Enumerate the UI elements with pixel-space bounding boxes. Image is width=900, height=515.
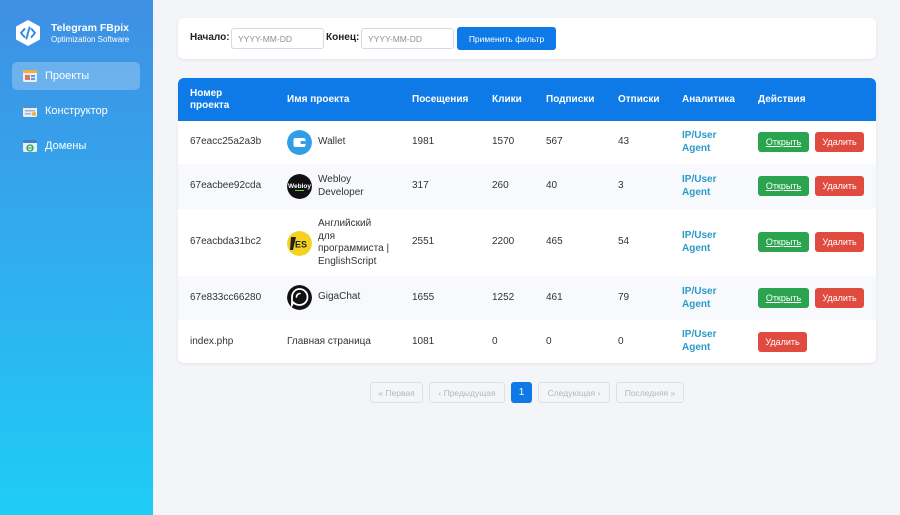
table-row: 67e833cc66280 GigaChat 1655 1252 461 79 … (178, 276, 876, 320)
analytics-link[interactable]: IP/User Agent (682, 329, 738, 354)
column-header-clicks: Клики (492, 94, 522, 105)
unsubscriptions-value: 3 (618, 180, 624, 191)
table-row: 67eacbee92cda Webloy Webloy Developer 31… (178, 164, 876, 209)
gigachat-icon (287, 285, 312, 310)
delete-button[interactable]: Удалить (815, 232, 864, 252)
open-button[interactable]: Открыть (758, 288, 809, 308)
svg-text:Webloy: Webloy (288, 183, 311, 190)
visits-value: 2551 (412, 236, 435, 247)
column-header-name: Имя проекта (287, 94, 350, 105)
domains-icon (23, 140, 37, 152)
unsubscriptions-value: 79 (618, 292, 630, 303)
project-name: Wallet (287, 130, 345, 155)
open-button[interactable]: Открыть (758, 232, 809, 252)
brand[interactable]: Telegram FBpix Optimization Software (14, 19, 129, 47)
column-header-actions: Действия (758, 94, 806, 105)
visits-value: 317 (412, 180, 429, 191)
clicks-value: 260 (492, 180, 509, 191)
subscriptions-value: 461 (546, 292, 563, 303)
projects-icon (23, 70, 37, 82)
apply-filter-button[interactable]: Применить фильтр (457, 27, 556, 50)
subscriptions-value: 40 (546, 180, 558, 191)
project-name-text: Webloy Developer (318, 174, 364, 198)
clicks-value: 1570 (492, 136, 515, 147)
sidebar-item-constructor[interactable]: Конструктор (12, 97, 140, 125)
visits-value: 1081 (412, 336, 435, 347)
sidebar-item-label: Конструктор (45, 105, 108, 117)
start-date-label: Начало: (190, 32, 230, 43)
constructor-icon (23, 105, 37, 117)
project-name-text: Wallet (318, 136, 346, 148)
unsubscriptions-value: 0 (618, 336, 624, 347)
project-name: GigaChat (287, 285, 360, 310)
sidebar-item-domains[interactable]: Домены (12, 132, 140, 160)
project-id: index.php (190, 336, 234, 347)
start-date-input[interactable] (231, 28, 324, 49)
code-logo-icon (16, 20, 40, 46)
next-page-button[interactable]: Следующая › (538, 382, 610, 403)
project-id: 67eacbee92cda (190, 180, 262, 191)
open-button[interactable]: Открыть (758, 176, 809, 196)
table-row: 67eacbda31bc2 ES Английский для программ… (178, 209, 876, 276)
project-name-text: GigaChat (318, 291, 361, 303)
project-name: Главная страница (287, 336, 371, 347)
column-header-id: Номер проекта (190, 88, 230, 111)
unsubscriptions-value: 54 (618, 236, 630, 247)
sidebar-item-label: Домены (45, 140, 87, 152)
table-row: 67eacc25a2a3b Wallet 1981 1570 567 43 IP… (178, 121, 876, 164)
project-name: Webloy Webloy Developer (287, 174, 378, 199)
column-header-unsubscriptions: Отписки (618, 94, 660, 105)
subscriptions-value: 567 (546, 136, 563, 147)
webloy-icon: Webloy (287, 174, 312, 199)
previous-page-button[interactable]: ‹ Предыдущая (429, 382, 505, 403)
current-page-button[interactable]: 1 (511, 382, 532, 403)
end-date-input[interactable] (361, 28, 454, 49)
table-header: Номер проекта Имя проекта Посещения Клик… (178, 78, 876, 121)
delete-button[interactable]: Удалить (758, 332, 807, 352)
sidebar: Telegram FBpix Optimization Software Про… (0, 0, 153, 515)
delete-button[interactable]: Удалить (815, 288, 864, 308)
svg-text:ES: ES (295, 239, 307, 249)
englishscript-icon: ES (287, 230, 312, 256)
project-name: ES Английский для программиста | English… (287, 218, 390, 268)
first-page-button[interactable]: « Первая (370, 382, 423, 403)
table-row: index.php Главная страница 1081 0 0 0 IP… (178, 320, 876, 363)
unsubscriptions-value: 43 (618, 136, 630, 147)
project-id: 67e833cc66280 (190, 292, 262, 303)
analytics-link[interactable]: IP/User Agent (682, 286, 738, 311)
delete-button[interactable]: Удалить (815, 132, 864, 152)
analytics-link[interactable]: IP/User Agent (682, 230, 738, 255)
wallet-icon (287, 130, 312, 155)
clicks-value: 2200 (492, 236, 515, 247)
end-date-label: Конец: (326, 32, 360, 43)
sidebar-item-projects[interactable]: Проекты (12, 62, 140, 90)
column-header-analytics: Аналитика (682, 94, 735, 105)
project-id: 67eacbda31bc2 (190, 236, 262, 247)
column-header-visits: Посещения (412, 94, 469, 105)
project-id: 67eacc25a2a3b (190, 136, 262, 147)
clicks-value: 0 (492, 336, 498, 347)
column-header-subscriptions: Подписки (546, 94, 595, 105)
project-name-text: Английский для программиста | EnglishScr… (318, 218, 390, 267)
projects-table: Номер проекта Имя проекта Посещения Клик… (178, 78, 876, 363)
subscriptions-value: 465 (546, 236, 563, 247)
visits-value: 1981 (412, 136, 435, 147)
delete-button[interactable]: Удалить (815, 176, 864, 196)
app-title: Telegram FBpix (51, 21, 129, 34)
sidebar-item-label: Проекты (45, 70, 90, 82)
visits-value: 1655 (412, 292, 435, 303)
clicks-value: 1252 (492, 292, 515, 303)
analytics-link[interactable]: IP/User Agent (682, 130, 738, 155)
open-button[interactable]: Открыть (758, 132, 809, 152)
subscriptions-value: 0 (546, 336, 552, 347)
last-page-button[interactable]: Последняя » (616, 382, 684, 403)
analytics-link[interactable]: IP/User Agent (682, 174, 738, 199)
app-subtitle: Optimization Software (51, 34, 130, 44)
date-filter-panel: Начало: Конец: Применить фильтр (178, 18, 876, 59)
